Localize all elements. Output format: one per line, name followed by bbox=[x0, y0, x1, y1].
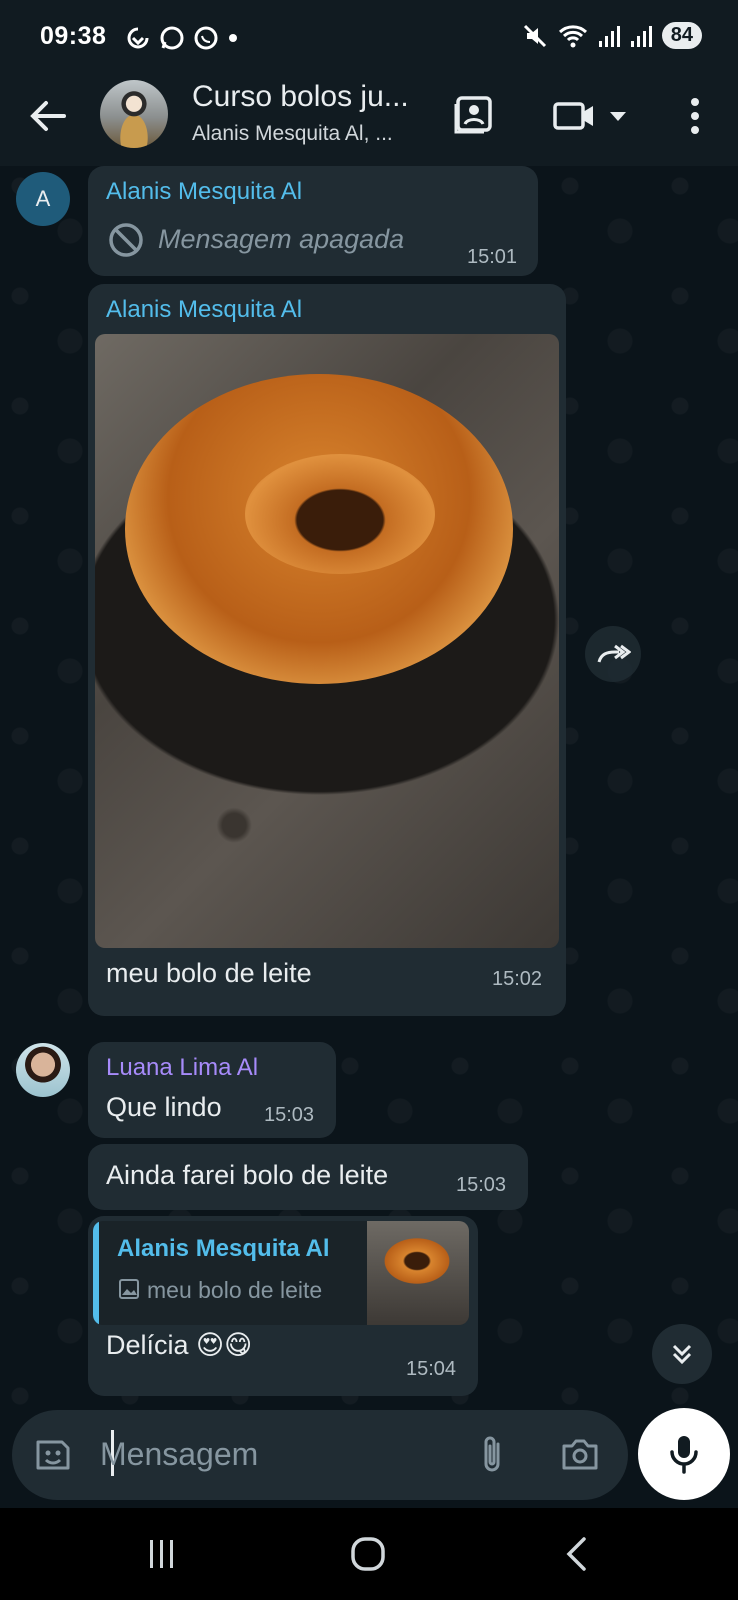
status-bar: 09:38 84 bbox=[0, 0, 738, 74]
signal-icon bbox=[598, 25, 620, 47]
quoted-thumbnail bbox=[367, 1221, 469, 1325]
message-composer[interactable] bbox=[12, 1410, 628, 1500]
whatsapp-business-icon bbox=[194, 26, 218, 50]
status-time: 09:38 bbox=[40, 22, 107, 50]
sync-icon bbox=[127, 27, 149, 49]
mute-icon bbox=[523, 24, 546, 47]
scroll-to-bottom-button[interactable] bbox=[652, 1324, 712, 1384]
message-sender[interactable]: Luana Lima Al bbox=[106, 1054, 258, 1082]
dot-icon bbox=[229, 34, 237, 42]
message-sender[interactable]: Alanis Mesquita Al bbox=[106, 178, 302, 206]
quoted-text: meu bolo de leite bbox=[147, 1277, 323, 1303]
navigation-bar bbox=[0, 1508, 738, 1600]
camera-icon[interactable] bbox=[558, 1434, 602, 1476]
whatsapp-icon bbox=[160, 26, 184, 50]
message-sender[interactable]: Alanis Mesquita Al bbox=[106, 296, 302, 324]
video-call-icon[interactable] bbox=[552, 94, 596, 138]
contact-card-icon[interactable] bbox=[452, 94, 496, 138]
attach-icon[interactable] bbox=[472, 1434, 512, 1476]
status-right: 84 bbox=[522, 22, 702, 49]
message-text: Ainda farei bolo de leite bbox=[106, 1160, 389, 1190]
microphone-icon bbox=[670, 1436, 698, 1474]
message-input[interactable] bbox=[100, 1432, 460, 1476]
message-time: 15:03 bbox=[456, 1174, 507, 1196]
message-bubble[interactable]: Luana Lima Al Que lindo 15:03 bbox=[88, 1042, 336, 1138]
home-icon[interactable] bbox=[350, 1536, 386, 1572]
message-time: 15:04 bbox=[406, 1358, 457, 1380]
back-arrow-icon[interactable] bbox=[26, 94, 70, 138]
quoted-sender: Alanis Mesquita Al bbox=[117, 1235, 330, 1262]
sticker-icon[interactable] bbox=[32, 1434, 74, 1476]
message-text: Delícia 😍😋 bbox=[106, 1330, 253, 1360]
deleted-message-icon bbox=[109, 223, 143, 257]
group-members[interactable]: Alanis Mesquita Al, ... bbox=[192, 122, 432, 146]
message-bubble[interactable]: Ainda farei bolo de leite 15:03 bbox=[88, 1144, 528, 1210]
cake-photo[interactable] bbox=[95, 334, 559, 948]
forward-icon bbox=[597, 644, 631, 663]
message-time: 15:01 bbox=[467, 246, 518, 268]
message-text: Que lindo bbox=[106, 1092, 222, 1122]
dropdown-icon[interactable] bbox=[606, 94, 630, 138]
voice-message-button[interactable] bbox=[638, 1408, 730, 1500]
more-options-icon[interactable] bbox=[680, 94, 710, 138]
group-title[interactable]: Curso bolos ju... bbox=[192, 80, 432, 114]
sender-avatar[interactable]: A bbox=[16, 172, 70, 226]
back-nav-icon[interactable] bbox=[564, 1536, 588, 1572]
quote-accent-bar bbox=[93, 1221, 99, 1325]
forward-button[interactable] bbox=[585, 626, 641, 682]
group-avatar[interactable] bbox=[100, 80, 168, 148]
quoted-message[interactable]: Alanis Mesquita Al meu bolo de leite bbox=[93, 1221, 469, 1325]
deleted-message-text: Mensagem apagada bbox=[158, 224, 405, 254]
recent-apps-icon[interactable] bbox=[144, 1538, 180, 1570]
message-time: 15:03 bbox=[264, 1104, 315, 1126]
photo-caption: meu bolo de leite bbox=[106, 958, 312, 988]
message-bubble-deleted[interactable]: Alanis Mesquita Al Mensagem apagada 15:0… bbox=[88, 166, 538, 276]
sender-avatar[interactable] bbox=[16, 1043, 70, 1097]
double-chevron-down-icon bbox=[672, 1344, 692, 1365]
status-left-icons bbox=[124, 24, 240, 52]
chat-header: Curso bolos ju... Alanis Mesquita Al, ..… bbox=[0, 74, 738, 166]
message-time: 15:02 bbox=[492, 968, 543, 990]
wifi-icon bbox=[558, 24, 587, 47]
image-icon bbox=[119, 1279, 139, 1299]
cake-center bbox=[245, 454, 435, 574]
chat-area[interactable]: A Alanis Mesquita Al Mensagem apagada 15… bbox=[0, 166, 738, 1412]
signal-icon bbox=[630, 25, 652, 47]
battery-indicator: 84 bbox=[661, 22, 702, 49]
